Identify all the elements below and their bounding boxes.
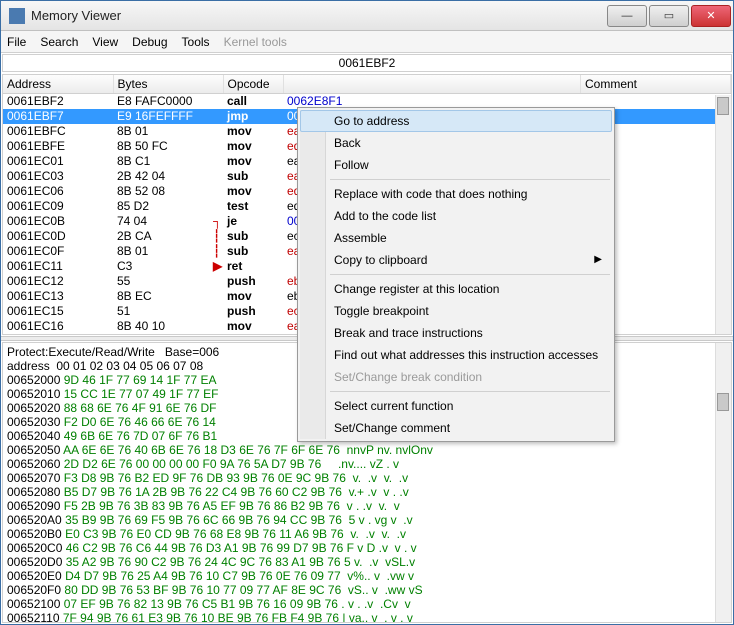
menu-file[interactable]: File: [7, 35, 26, 49]
window-title: Memory Viewer: [31, 8, 607, 23]
ctx-replace-with-code-that-does-nothing[interactable]: Replace with code that does nothing: [300, 183, 612, 205]
ctx-copy-to-clipboard[interactable]: Copy to clipboard▶: [300, 249, 612, 271]
menu-search[interactable]: Search: [40, 35, 78, 49]
hex-scrollbar[interactable]: [715, 343, 731, 622]
maximize-button[interactable]: ▭: [649, 5, 689, 27]
menu-debug[interactable]: Debug: [132, 35, 167, 49]
col-bytes[interactable]: Bytes: [113, 75, 223, 94]
col-opcode[interactable]: Opcode: [223, 75, 283, 94]
menu-kernel-tools[interactable]: Kernel tools: [224, 35, 287, 49]
disasm-scrollbar[interactable]: [715, 95, 731, 334]
context-separator: [330, 391, 610, 392]
context-menu: Go to addressBackFollow Replace with code…: [297, 107, 615, 442]
ctx-toggle-breakpoint[interactable]: Toggle breakpoint: [300, 300, 612, 322]
context-separator: [330, 179, 610, 180]
ctx-assemble[interactable]: Assemble: [300, 227, 612, 249]
current-address: 0061EBF2: [2, 54, 732, 72]
ctx-select-current-function[interactable]: Select current function: [300, 395, 612, 417]
ctx-set-change-break-condition: Set/Change break condition: [300, 366, 612, 388]
minimize-button[interactable]: —: [607, 5, 647, 27]
col-comment[interactable]: Comment: [581, 75, 731, 94]
ctx-add-to-the-code-list[interactable]: Add to the code list: [300, 205, 612, 227]
ctx-go-to-address[interactable]: Go to address: [300, 110, 612, 132]
menu-view[interactable]: View: [92, 35, 118, 49]
col-address[interactable]: Address: [3, 75, 113, 94]
ctx-back[interactable]: Back: [300, 132, 612, 154]
window-controls: — ▭ ✕: [607, 5, 733, 27]
menubar: File Search View Debug Tools Kernel tools: [1, 31, 733, 53]
scroll-thumb[interactable]: [717, 393, 729, 411]
ctx-change-register-at-this-location[interactable]: Change register at this location: [300, 278, 612, 300]
scroll-thumb[interactable]: [717, 97, 729, 115]
ctx-find-out-what-addresses-this-instruction-accesses[interactable]: Find out what addresses this instruction…: [300, 344, 612, 366]
ctx-set-change-comment[interactable]: Set/Change comment: [300, 417, 612, 439]
app-icon: [9, 8, 25, 24]
ctx-follow[interactable]: Follow: [300, 154, 612, 176]
context-separator: [330, 274, 610, 275]
titlebar: Memory Viewer — ▭ ✕: [1, 1, 733, 31]
submenu-arrow-icon: ▶: [594, 254, 602, 265]
menu-tools[interactable]: Tools: [182, 35, 210, 49]
col-args[interactable]: [283, 75, 581, 94]
close-button[interactable]: ✕: [691, 5, 731, 27]
ctx-break-and-trace-instructions[interactable]: Break and trace instructions: [300, 322, 612, 344]
